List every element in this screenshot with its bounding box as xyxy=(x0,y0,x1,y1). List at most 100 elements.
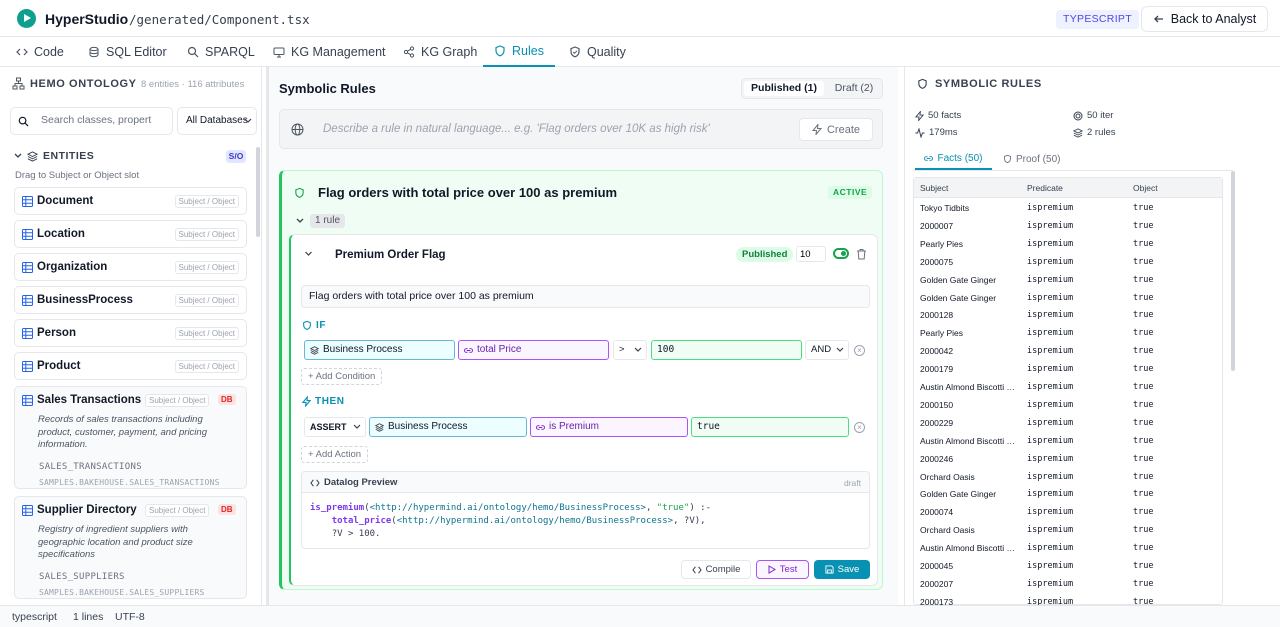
action-class-slot[interactable]: Business Process xyxy=(369,417,527,437)
back-to-analyst-button[interactable]: Back to Analyst xyxy=(1141,6,1268,32)
table-row[interactable]: Pearly Pies ispremium true xyxy=(914,235,1222,253)
remove-condition-icon[interactable]: × xyxy=(854,345,865,356)
action-verb-select[interactable]: ASSERT xyxy=(304,417,366,437)
slot-tag: Subject / Object xyxy=(174,360,239,373)
center-divider xyxy=(266,67,269,605)
entity-organization[interactable]: Organization Subject / Object xyxy=(14,253,247,281)
table-row[interactable]: Golden Gate Ginger ispremium true xyxy=(914,289,1222,307)
add-action-button[interactable]: + Add Action xyxy=(301,446,369,463)
table-row[interactable]: Austin Almond Biscotti Bakery ispremium tr… xyxy=(914,432,1222,450)
trash-icon[interactable] xyxy=(856,248,867,260)
table-row[interactable]: 2000128 ispremium true xyxy=(914,306,1222,324)
entity-name: Document xyxy=(37,195,94,207)
table-row[interactable]: 2000246 ispremium true xyxy=(914,450,1222,468)
link-icon xyxy=(464,347,473,353)
table-cell: true xyxy=(1133,561,1154,571)
tab-label: Quality xyxy=(587,45,626,59)
link-icon xyxy=(924,155,934,161)
db-badge: DB xyxy=(218,394,236,405)
ontology-title: HEMO ONTOLOGY xyxy=(30,78,137,90)
published-filter-tab[interactable]: Published (1) xyxy=(744,81,824,96)
condition-value-input[interactable]: 100 xyxy=(651,340,802,360)
table-row[interactable]: Austin Almond Biscotti Bakery ispremium tr… xyxy=(914,378,1222,396)
table-cell: ispremium xyxy=(1027,274,1074,285)
joiner-select[interactable]: AND xyxy=(805,340,849,360)
table-row[interactable]: 2000150 ispremium true xyxy=(914,396,1222,414)
table-cell: true xyxy=(1133,596,1154,605)
ontology-search-input[interactable] xyxy=(41,114,167,126)
entity-supplier-directory[interactable]: Supplier Directory Subject / Object DB R… xyxy=(14,496,247,599)
table-cell: true xyxy=(1133,489,1154,500)
tab-code[interactable]: Code xyxy=(16,37,64,67)
entity-product[interactable]: Product Subject / Object xyxy=(14,352,247,380)
action-property-slot[interactable]: is Premium xyxy=(530,417,688,437)
table-row[interactable]: 2000229 ispremium true xyxy=(914,414,1222,432)
action-value-input[interactable]: true xyxy=(691,417,849,437)
entity-sales-transactions[interactable]: Sales Transactions Subject / Object DB R… xyxy=(14,386,247,489)
table-row[interactable]: Orchard Oasis ispremium true xyxy=(914,521,1222,539)
priority-input[interactable] xyxy=(796,246,826,262)
arrow-left-icon xyxy=(1153,15,1163,23)
entity-table-name: SALES_TRANSACTIONS xyxy=(39,462,142,472)
table-row[interactable]: Golden Gate Ginger ispremium true xyxy=(914,271,1222,289)
table-row[interactable]: Orchard Oasis ispremium true xyxy=(914,468,1222,486)
entity-description: Records of sales transactions including … xyxy=(38,414,207,450)
condition-property-slot[interactable]: total Price xyxy=(458,340,609,360)
database-select[interactable]: All Databases xyxy=(177,107,257,135)
nl-rule-composer: Create xyxy=(279,109,883,149)
tab-rules[interactable]: Rules xyxy=(483,37,555,67)
rule-enabled-toggle[interactable] xyxy=(833,248,849,259)
table-cell: 2000045 xyxy=(920,561,954,571)
nl-rule-input[interactable] xyxy=(323,123,743,135)
entities-header[interactable]: ENTITIES xyxy=(14,150,94,162)
table-cell: Pearly Pies xyxy=(920,238,963,249)
tab-kg-management[interactable]: KG Management xyxy=(273,37,386,67)
layers-icon xyxy=(27,150,38,162)
entity-businessprocess[interactable]: BusinessProcess Subject / Object xyxy=(14,286,247,314)
table-row[interactable]: 2000042 ispremium true xyxy=(914,342,1222,360)
tab-label: SPARQL xyxy=(205,45,255,59)
tab-proof[interactable]: Proof (50) xyxy=(1003,148,1060,170)
tab-facts[interactable]: Facts (50) xyxy=(915,148,992,170)
status-encoding: UTF-8 xyxy=(115,611,145,623)
operator-select[interactable]: > xyxy=(613,340,647,360)
table-cell: true xyxy=(1133,399,1154,410)
table-cell: ispremium xyxy=(1027,382,1074,392)
table-row[interactable]: Austin Almond Biscotti Bakery ispremium tr… xyxy=(914,539,1222,557)
left-scrollbar[interactable] xyxy=(256,147,260,237)
create-rule-button[interactable]: Create xyxy=(799,118,873,141)
rule-description-input[interactable]: Flag orders with total price over 100 as… xyxy=(301,285,870,308)
table-row[interactable]: 2000179 ispremium true xyxy=(914,360,1222,378)
save-button[interactable]: Save xyxy=(814,560,870,579)
table-row[interactable]: Tokyo Tidbits ispremium true xyxy=(914,199,1222,217)
entity-person[interactable]: Person Subject / Object xyxy=(14,319,247,347)
table-row[interactable]: 2000075 ispremium true xyxy=(914,253,1222,271)
tab-sparql[interactable]: SPARQL xyxy=(187,37,255,67)
table-row[interactable]: 2000045 ispremium true xyxy=(914,557,1222,575)
chevron-down-icon[interactable] xyxy=(296,218,304,224)
chevron-down-icon xyxy=(244,118,252,123)
tab-kg-graph[interactable]: KG Graph xyxy=(403,37,477,67)
tab-sql-editor[interactable]: SQL Editor xyxy=(88,37,167,67)
facts-scrollbar[interactable] xyxy=(1231,171,1235,371)
table-row[interactable]: 2000007 ispremium true xyxy=(914,217,1222,235)
draft-filter-tab[interactable]: Draft (2) xyxy=(826,81,882,96)
remove-action-icon[interactable]: × xyxy=(854,422,865,433)
table-row[interactable]: Pearly Pies ispremium true xyxy=(914,324,1222,342)
chevron-down-icon[interactable] xyxy=(304,251,313,257)
table-cell: true xyxy=(1133,525,1154,536)
table-row[interactable]: 2000207 ispremium true xyxy=(914,575,1222,593)
tab-quality[interactable]: Quality xyxy=(569,37,626,67)
table-row[interactable]: 2000074 ispremium true xyxy=(914,503,1222,521)
compile-button[interactable]: Compile xyxy=(681,560,751,579)
condition-class-slot[interactable]: Business Process xyxy=(304,340,455,360)
test-button[interactable]: Test xyxy=(756,560,809,579)
entity-document[interactable]: Document Subject / Object xyxy=(14,187,247,215)
entity-location[interactable]: Location Subject / Object xyxy=(14,220,247,248)
code-icon xyxy=(16,48,28,56)
add-condition-button[interactable]: + Add Condition xyxy=(301,368,383,385)
table-icon xyxy=(22,395,33,406)
table-row[interactable]: 2000173 ispremium true xyxy=(914,593,1222,605)
table-row[interactable]: Golden Gate Ginger ispremium true xyxy=(914,485,1222,503)
table-cell: ispremium xyxy=(1027,543,1074,554)
